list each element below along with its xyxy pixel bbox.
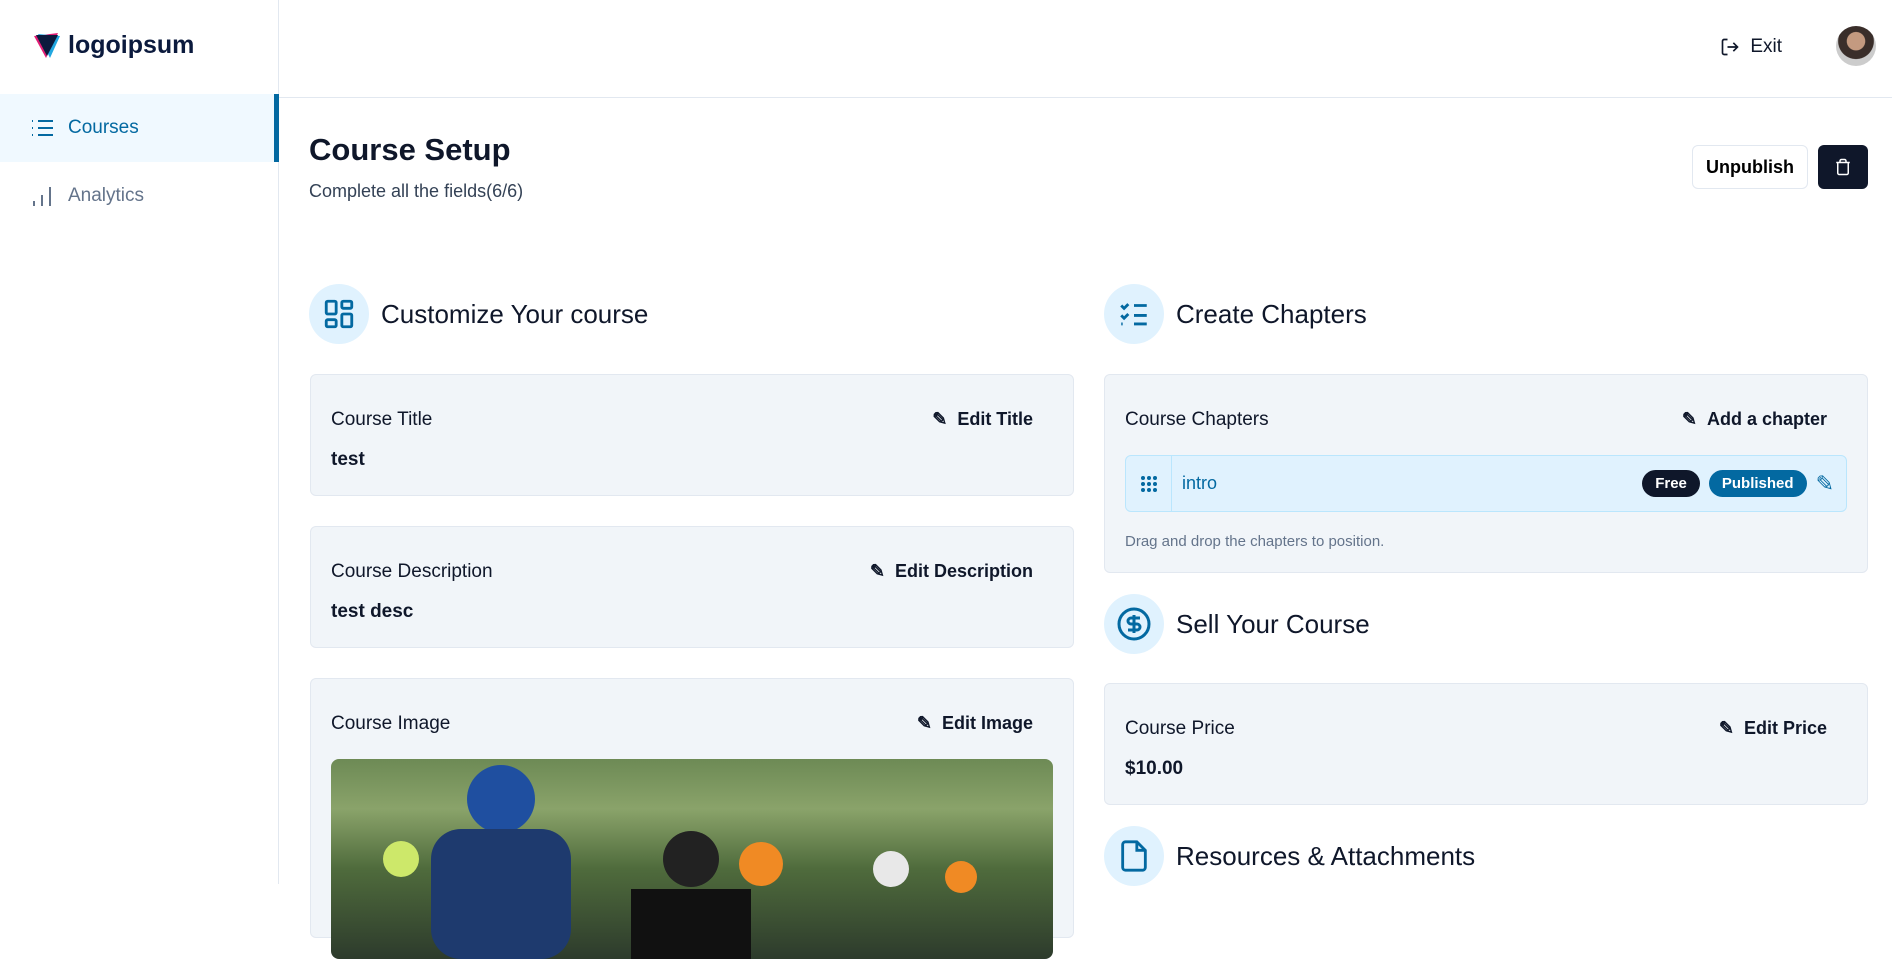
list-checks-icon xyxy=(1120,303,1147,326)
section-title: Sell Your Course xyxy=(1176,608,1370,639)
section-title: Resources & Attachments xyxy=(1176,840,1476,871)
pencil-icon: ✎ xyxy=(932,409,948,429)
section-title: Create Chapters xyxy=(1176,298,1367,329)
resources-section-heading: Resources & Attachments xyxy=(1104,826,1475,886)
field-label: Course Chapters xyxy=(1125,409,1269,430)
chapter-item[interactable]: intro Free Published ✎ xyxy=(1125,455,1847,512)
bar-chart-icon xyxy=(33,187,51,206)
chapters-section-heading: Create Chapters xyxy=(1104,284,1367,344)
published-badge: Published xyxy=(1708,470,1807,497)
customize-section-heading: Customize Your course xyxy=(309,284,648,344)
course-image-card: Course Image ✎ Edit Image xyxy=(310,678,1074,959)
edit-chapter-icon[interactable]: ✎ xyxy=(1816,471,1834,497)
top-header: Exit xyxy=(279,0,1892,98)
logo-text: logoipsum xyxy=(68,30,195,59)
logo[interactable]: logoipsum xyxy=(32,30,194,60)
sidebar: logoipsum Courses Analytics xyxy=(0,0,279,884)
field-label: Course Image xyxy=(331,713,451,734)
field-label: Course Title xyxy=(331,409,433,430)
avatar[interactable] xyxy=(1836,26,1876,66)
edit-description-button[interactable]: ✎ Edit Description xyxy=(870,561,1033,582)
add-chapter-button[interactable]: ✎ Add a chapter xyxy=(1682,409,1827,430)
edit-title-button[interactable]: ✎ Edit Title xyxy=(932,409,1033,430)
field-label: Course Price xyxy=(1125,718,1235,739)
logo-icon xyxy=(34,33,60,58)
field-value: test xyxy=(331,449,365,470)
course-chapters-card: Course Chapters ✎ Add a chapter intro Fre… xyxy=(1104,374,1868,573)
course-description-card: Course Description ✎ Edit Description tes… xyxy=(310,526,1074,648)
drag-hint: Drag and drop the chapters to position. xyxy=(1125,533,1385,550)
pencil-icon: ✎ xyxy=(869,561,885,581)
edit-price-button[interactable]: ✎ Edit Price xyxy=(1719,718,1827,739)
pencil-icon: ✎ xyxy=(1681,409,1697,429)
sidebar-item-label: Courses xyxy=(68,117,139,138)
sidebar-item-courses[interactable]: Courses xyxy=(0,94,279,162)
list-icon xyxy=(32,120,53,136)
circle-dollar-icon xyxy=(1117,607,1151,641)
pencil-icon: ✎ xyxy=(1718,718,1734,738)
pencil-icon: ✎ xyxy=(916,713,932,733)
layout-dashboard-icon xyxy=(324,299,354,329)
course-image xyxy=(331,759,1053,959)
edit-image-button[interactable]: ✎ Edit Image xyxy=(917,713,1033,734)
page-title: Course Setup xyxy=(309,132,511,167)
logout-icon xyxy=(1721,38,1739,56)
trash-icon xyxy=(1836,158,1850,176)
file-icon xyxy=(1121,840,1147,872)
section-title: Customize Your course xyxy=(381,298,649,329)
sidebar-item-analytics[interactable]: Analytics xyxy=(0,162,279,230)
sidebar-item-label: Analytics xyxy=(68,185,145,206)
drag-handle-icon[interactable] xyxy=(1126,456,1172,511)
field-value: $10.00 xyxy=(1125,758,1184,779)
page-subtitle: Complete all the fields(6/6) xyxy=(309,181,524,201)
field-label: Course Description xyxy=(331,561,493,582)
field-value: test desc xyxy=(331,601,414,622)
exit-button[interactable]: Exit xyxy=(1720,36,1782,58)
course-price-card: Course Price ✎ Edit Price $10.00 xyxy=(1104,683,1868,805)
unpublish-button[interactable]: Unpublish xyxy=(1692,145,1808,189)
free-badge: Free xyxy=(1642,470,1700,497)
delete-button[interactable] xyxy=(1818,145,1868,189)
chapter-title: intro xyxy=(1182,473,1218,493)
exit-label: Exit xyxy=(1750,36,1782,57)
course-title-card: Course Title ✎ Edit Title test xyxy=(310,374,1074,496)
sell-section-heading: Sell Your Course xyxy=(1104,594,1370,654)
